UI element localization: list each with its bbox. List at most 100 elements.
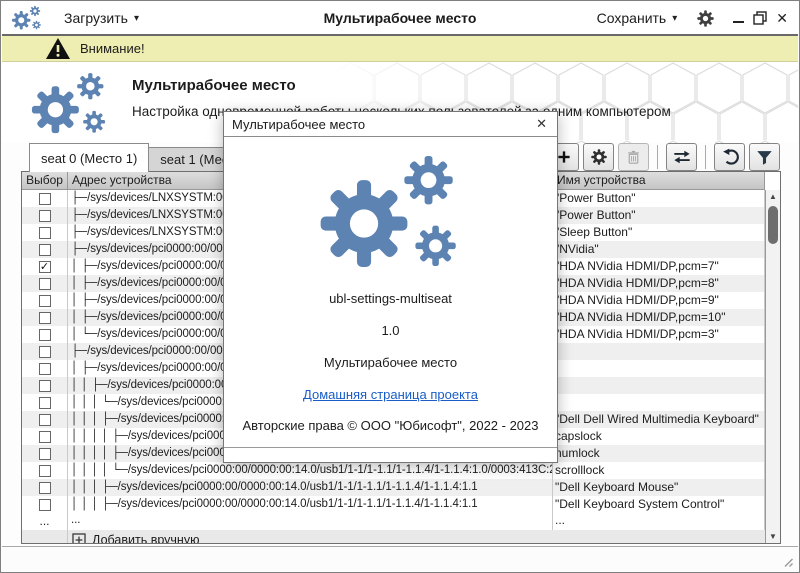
- row-checkbox[interactable]: [39, 193, 51, 205]
- device-name: numlock: [553, 445, 765, 462]
- device-name: "Power Button": [553, 207, 765, 224]
- warning-text: Внимание!: [80, 41, 145, 56]
- about-dialog: Мультирабочее место ✕ ubl-settings-multi…: [223, 111, 558, 463]
- tab-seat-0[interactable]: seat 0 (Место 1): [29, 143, 149, 172]
- app-logo: [24, 71, 116, 137]
- settings-button[interactable]: [693, 6, 717, 30]
- chevron-down-icon: ▾: [672, 13, 677, 24]
- close-button[interactable]: ✕: [776, 10, 788, 27]
- gear-icon: [590, 148, 608, 166]
- row-checkbox[interactable]: [39, 448, 51, 460]
- more-rows-indicator: ... ... ...: [22, 513, 765, 530]
- add-row-empty-cell: [22, 530, 68, 544]
- load-menu-label: Загрузить: [64, 10, 128, 26]
- save-menu-button[interactable]: Сохранить ▾: [591, 6, 684, 30]
- reset-button[interactable]: [714, 143, 745, 171]
- column-header-select: Выбор: [22, 172, 68, 189]
- device-name: "NVidia": [553, 241, 765, 258]
- filter-button[interactable]: [749, 143, 780, 171]
- row-checkbox[interactable]: [39, 465, 51, 477]
- chevron-down-icon: ▾: [134, 13, 139, 24]
- project-homepage-link[interactable]: Домашняя страница проекта: [303, 387, 478, 402]
- row-checkbox[interactable]: [39, 295, 51, 307]
- configure-device-button[interactable]: [583, 143, 614, 171]
- device-address: │ │ │ ├─/sys/devices/pci0000:00/0000:00:…: [68, 479, 553, 496]
- resize-grip-icon[interactable]: [780, 554, 793, 567]
- more-select: ...: [22, 513, 68, 530]
- vertical-scrollbar[interactable]: ▲ ▼: [765, 190, 780, 543]
- row-checkbox[interactable]: ✓: [39, 261, 51, 273]
- device-toolbar: [548, 143, 780, 171]
- dialog-title-bar: Мультирабочее место ✕: [224, 112, 557, 137]
- undo-icon: [721, 148, 739, 166]
- row-checkbox[interactable]: [39, 244, 51, 256]
- row-checkbox[interactable]: [39, 346, 51, 358]
- toolbar-separator: [705, 145, 706, 169]
- device-name: "HDA NVidia HDMI/DP,pcm=7": [553, 258, 765, 275]
- add-manually-row[interactable]: Добавить вручную: [22, 530, 765, 544]
- device-name: "HDA NVidia HDMI/DP,pcm=8": [553, 275, 765, 292]
- device-name: "Power Button": [553, 190, 765, 207]
- dialog-app-logo: [312, 152, 470, 274]
- device-name: "Dell Dell Wired Multimedia Keyboard": [553, 411, 765, 428]
- swap-arrows-icon: [672, 149, 692, 165]
- row-checkbox[interactable]: [39, 380, 51, 392]
- dialog-title: Мультирабочее место: [232, 117, 365, 132]
- device-name: [553, 360, 765, 377]
- row-checkbox[interactable]: [39, 397, 51, 409]
- device-name: [553, 343, 765, 360]
- maximize-button[interactable]: [753, 11, 767, 25]
- device-table-row[interactable]: │ │ │ │ └─/sys/devices/pci0000:00/0000:0…: [22, 462, 765, 479]
- row-checkbox[interactable]: [39, 278, 51, 290]
- dialog-app-version: 1.0: [381, 323, 399, 338]
- device-table-row[interactable]: │ │ │ ├─/sys/devices/pci0000:00/0000:00:…: [22, 496, 765, 513]
- row-checkbox[interactable]: [39, 227, 51, 239]
- save-menu-label: Сохранить: [597, 10, 667, 26]
- minimize-button[interactable]: [733, 21, 744, 23]
- add-box-icon: [72, 533, 86, 545]
- app-icon: [10, 5, 44, 31]
- load-menu-button[interactable]: Загрузить ▾: [58, 6, 145, 30]
- device-name: "HDA NVidia HDMI/DP,pcm=3": [553, 326, 765, 343]
- tab-seat-0-label: seat 0 (Место 1): [41, 151, 137, 166]
- filter-icon: [756, 149, 773, 166]
- row-checkbox[interactable]: [39, 363, 51, 375]
- dialog-app-name: Мультирабочее место: [324, 355, 457, 370]
- device-name: "HDA NVidia HDMI/DP,pcm=10": [553, 309, 765, 326]
- row-checkbox[interactable]: [39, 499, 51, 511]
- device-name: "HDA NVidia HDMI/DP,pcm=9": [553, 292, 765, 309]
- dialog-close-button[interactable]: ✕: [534, 116, 549, 132]
- scroll-down-arrow[interactable]: ▼: [766, 530, 780, 543]
- swap-devices-button[interactable]: [666, 143, 697, 171]
- device-name: capslock: [553, 428, 765, 445]
- device-name: "Dell Keyboard Mouse": [553, 479, 765, 496]
- device-table-row[interactable]: │ │ │ ├─/sys/devices/pci0000:00/0000:00:…: [22, 479, 765, 496]
- trash-icon: [625, 149, 642, 166]
- row-checkbox[interactable]: [39, 210, 51, 222]
- device-name: [553, 377, 765, 394]
- row-checkbox[interactable]: [39, 312, 51, 324]
- row-checkbox[interactable]: [39, 414, 51, 426]
- status-bar: [2, 546, 798, 571]
- more-address: ...: [68, 513, 553, 530]
- row-checkbox[interactable]: [39, 329, 51, 341]
- more-name: ...: [553, 513, 765, 530]
- warning-banner: Внимание!: [2, 34, 798, 62]
- gear-icon: [696, 9, 715, 28]
- scrollbar-thumb[interactable]: [768, 206, 778, 244]
- delete-device-button[interactable]: [618, 143, 649, 171]
- add-manually-label: Добавить вручную: [92, 533, 199, 545]
- app-window: Загрузить ▾ Мультирабочее место Сохранит…: [0, 0, 800, 573]
- device-name: "Sleep Button": [553, 224, 765, 241]
- dialog-app-id: ubl-settings-multiseat: [329, 291, 452, 306]
- row-checkbox[interactable]: [39, 482, 51, 494]
- device-address: │ │ │ │ └─/sys/devices/pci0000:00/0000:0…: [68, 462, 553, 479]
- warning-icon: [46, 38, 70, 59]
- row-checkbox[interactable]: [39, 431, 51, 443]
- page-title: Мультирабочее место: [132, 77, 296, 94]
- dialog-copyright: Авторские права © ООО "Юбисофт", 2022 - …: [242, 418, 538, 433]
- column-header-name: Имя устройства: [553, 172, 765, 189]
- dialog-footer-separator: [224, 447, 557, 448]
- device-name: scrolllock: [553, 462, 765, 479]
- scroll-up-arrow[interactable]: ▲: [766, 190, 780, 203]
